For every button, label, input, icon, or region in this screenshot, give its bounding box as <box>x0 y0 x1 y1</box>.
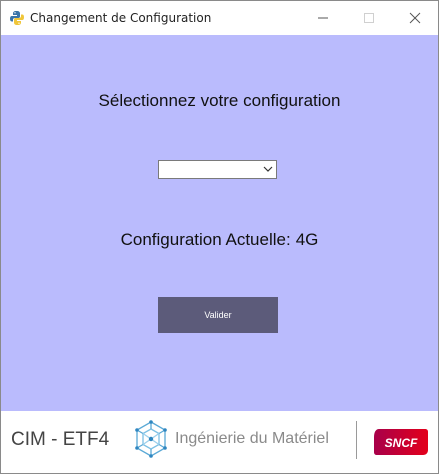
sncf-logo-text: SNCF <box>385 436 418 450</box>
current-config-value: 4G <box>295 230 319 249</box>
app-window: Changement de Configuration Sélectionnez… <box>0 0 439 474</box>
current-config-label: Configuration Actuelle: <box>120 230 291 249</box>
maximize-icon <box>364 12 374 23</box>
sncf-logo: SNCF <box>374 429 428 455</box>
footer-org-text: CIM - ETF4 <box>11 429 110 450</box>
footer-divider <box>356 421 357 459</box>
validate-button[interactable]: Valider <box>158 297 278 333</box>
minimize-icon <box>318 17 328 18</box>
minimize-button[interactable] <box>300 1 346 34</box>
python-icon <box>9 10 25 26</box>
window-title: Changement de Configuration <box>30 11 212 25</box>
network-hexagon-icon <box>135 420 167 458</box>
current-config-text: Configuration Actuelle: 4G <box>1 230 438 250</box>
main-panel: Sélectionnez votre configuration Configu… <box>1 35 438 411</box>
title-bar[interactable]: Changement de Configuration <box>1 1 438 35</box>
config-select[interactable] <box>158 160 277 179</box>
footer-banner: CIM - ETF4 Ingénierie du Matériel SNCF <box>1 411 438 473</box>
maximize-button[interactable] <box>346 1 392 34</box>
close-button[interactable] <box>392 1 438 34</box>
page-heading: Sélectionnez votre configuration <box>98 91 341 110</box>
close-icon <box>409 12 421 23</box>
chevron-down-icon <box>263 166 273 172</box>
footer-department-text: Ingénierie du Matériel <box>175 430 329 447</box>
